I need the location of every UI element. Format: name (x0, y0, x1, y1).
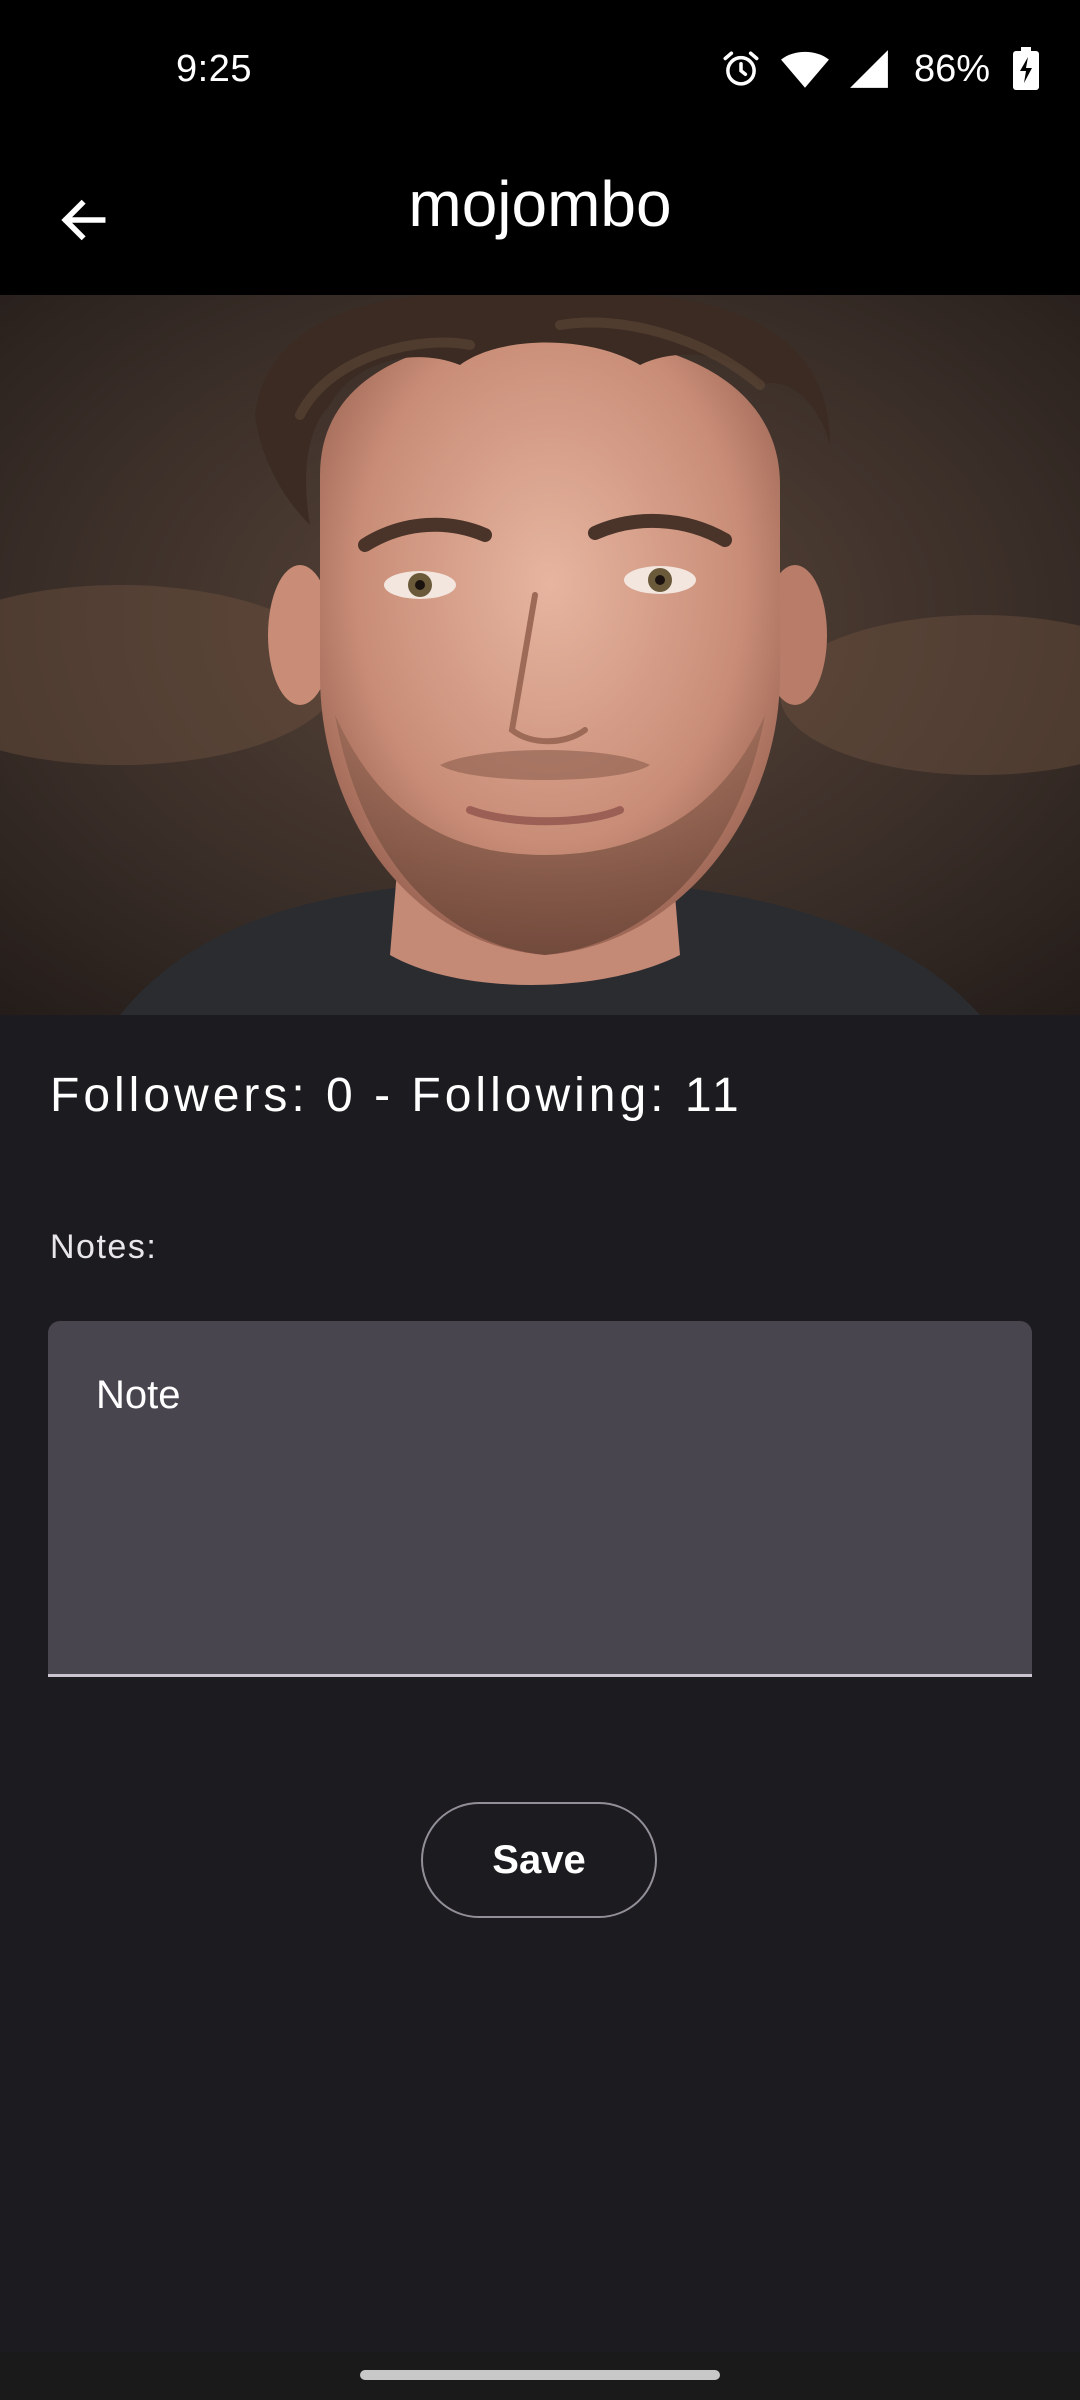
page-title: mojombo (408, 168, 672, 240)
navigation-bar (0, 2352, 1080, 2400)
note-input[interactable] (96, 1373, 986, 1653)
home-gesture-handle[interactable] (360, 2370, 720, 2380)
notes-label: Notes: (50, 1228, 158, 1266)
app-bar: mojombo (0, 140, 1080, 295)
status-bar: 9:25 86% (0, 0, 1080, 140)
follow-stats: Followers: 0 - Following: 11 (50, 1069, 743, 1122)
wifi-icon (780, 48, 830, 90)
save-button[interactable]: Save (421, 1802, 657, 1918)
note-field[interactable] (48, 1321, 1032, 1677)
user-detail-screen: 9:25 86% mojombo Followers: 0 - Followin… (0, 0, 1080, 2400)
battery-charging-icon (1012, 47, 1040, 91)
status-icons: 86% (720, 46, 1040, 92)
battery-percent: 86% (913, 47, 990, 90)
alarm-icon (720, 48, 762, 90)
profile-photo (0, 295, 1080, 1015)
status-time: 9:25 (176, 48, 252, 90)
cellular-signal-icon (848, 48, 890, 90)
